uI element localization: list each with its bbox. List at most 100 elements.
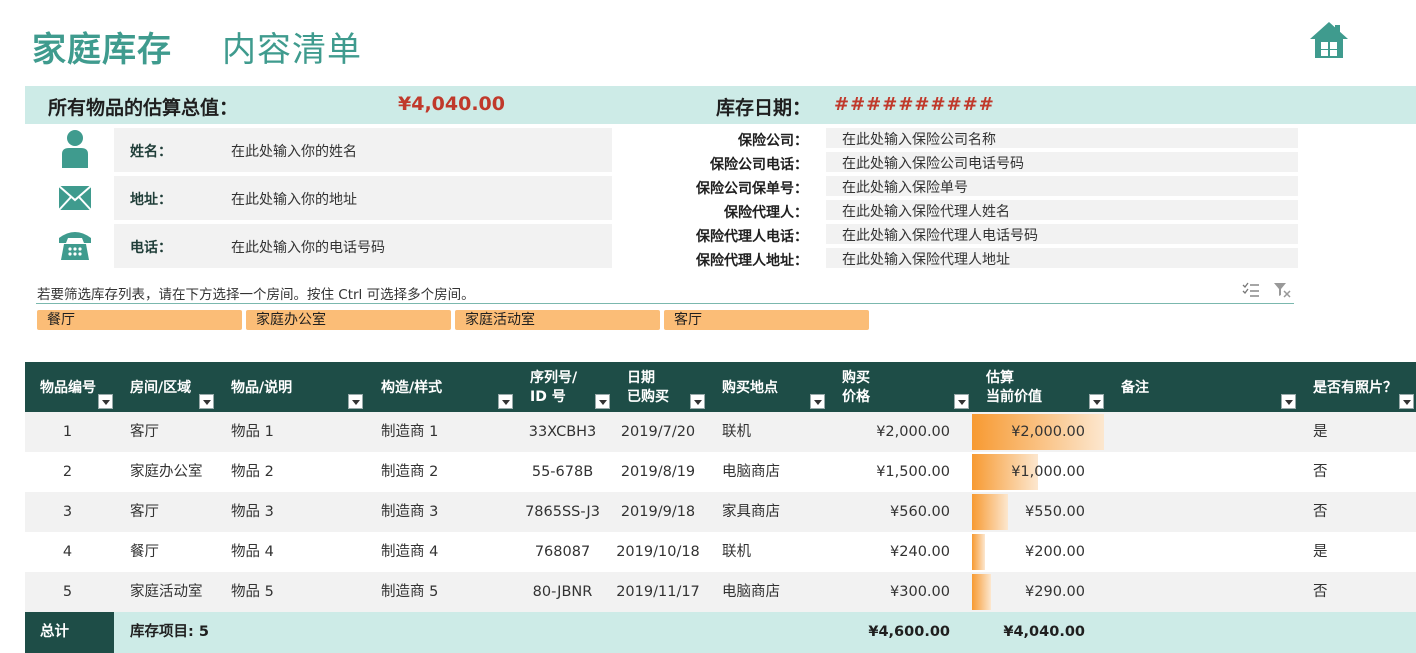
cell-photo[interactable]: 是 (1313, 532, 1403, 572)
agent-phone-value[interactable]: 在此处输入保险代理人电话号码 (842, 225, 1038, 245)
policy-number-label: 保险公司保单号： (696, 181, 808, 197)
multi-select-icon[interactable] (1242, 282, 1260, 298)
cell-date[interactable]: 2019/10/18 (612, 532, 704, 572)
room-chip-dining[interactable]: 餐厅 (37, 310, 242, 330)
cell-value[interactable]: ¥1,000.00 (935, 452, 1085, 492)
clear-filter-icon[interactable] (1273, 282, 1291, 298)
cell-item-number[interactable]: 2 (25, 452, 110, 492)
header-room: 房间/区域 (130, 380, 192, 396)
cell-date[interactable]: 2019/7/20 (612, 412, 704, 452)
phone-value[interactable]: 在此处输入你的电话号码 (231, 237, 385, 257)
value-total: ¥4,040.00 (1003, 624, 1085, 640)
room-chip-family-room[interactable]: 家庭活动室 (455, 310, 660, 330)
cell-serial[interactable]: 80-JBNR (515, 572, 610, 612)
inventory-count: 库存项目: 5 (130, 624, 209, 640)
agent-phone-label: 保险代理人电话： (696, 229, 808, 245)
total-value-label: 所有物品的估算总值： (48, 97, 239, 119)
filter-hint: 若要筛选库存列表，请在下方选择一个房间。按住 Ctrl 可选择多个房间。 (37, 287, 475, 303)
room-chip-home-office[interactable]: 家庭办公室 (246, 310, 451, 330)
address-value[interactable]: 在此处输入你的地址 (231, 189, 357, 209)
filter-dropdown-place[interactable] (810, 394, 825, 409)
room-chip-living-room[interactable]: 客厅 (664, 310, 869, 330)
cell-item-number[interactable]: 1 (25, 412, 110, 452)
name-field[interactable] (114, 128, 612, 172)
cell-photo[interactable]: 是 (1313, 412, 1403, 452)
name-label: 姓名： (130, 144, 172, 160)
cell-item[interactable]: 物品 3 (231, 492, 371, 532)
cell-room[interactable]: 家庭活动室 (130, 572, 225, 612)
filter-dropdown-room[interactable] (199, 394, 214, 409)
agent-name-value[interactable]: 在此处输入保险代理人姓名 (842, 201, 1010, 221)
header-date: 日期 已购买 (627, 370, 669, 405)
cell-item-number[interactable]: 3 (25, 492, 110, 532)
filter-dropdown-serial[interactable] (595, 394, 610, 409)
cell-room[interactable]: 餐厅 (130, 532, 225, 572)
cell-serial[interactable]: 7865SS-J3 (515, 492, 610, 532)
total-value[interactable]: ¥4,040.00 (398, 93, 505, 115)
filter-dropdown-price[interactable] (954, 394, 969, 409)
address-label: 地址： (130, 192, 172, 208)
filter-dropdown-item-number[interactable] (98, 394, 113, 409)
header-item-number: 物品编号 (40, 380, 96, 396)
cell-date[interactable]: 2019/8/19 (612, 452, 704, 492)
total-label-cell (25, 612, 114, 653)
insurance-company-value[interactable]: 在此处输入保险公司名称 (842, 129, 996, 149)
cell-make[interactable]: 制造商 2 (381, 452, 521, 492)
cell-item-number[interactable]: 5 (25, 572, 110, 612)
total-label: 总计 (40, 624, 69, 640)
cell-value[interactable]: ¥2,000.00 (935, 412, 1085, 452)
header-item: 物品/说明 (231, 380, 293, 396)
cell-value[interactable]: ¥200.00 (935, 532, 1085, 572)
cell-price[interactable]: ¥2,000.00 (800, 412, 950, 452)
agent-address-label: 保险代理人地址： (696, 253, 808, 269)
header-price: 购买 价格 (842, 370, 870, 405)
cell-serial[interactable]: 768087 (515, 532, 610, 572)
insurance-phone-value[interactable]: 在此处输入保险公司电话号码 (842, 153, 1024, 173)
filter-dropdown-make[interactable] (498, 394, 513, 409)
cell-price[interactable]: ¥300.00 (800, 572, 950, 612)
header-make: 构造/样式 (381, 380, 443, 396)
filter-dropdown-notes[interactable] (1281, 394, 1296, 409)
filter-dropdown-date[interactable] (690, 394, 705, 409)
header-photo: 是否有照片？ (1313, 380, 1397, 396)
cell-room[interactable]: 家庭办公室 (130, 452, 225, 492)
cell-room[interactable]: 客厅 (130, 492, 225, 532)
name-value[interactable]: 在此处输入你的姓名 (231, 141, 357, 161)
filter-dropdown-item[interactable] (348, 394, 363, 409)
inventory-date-value[interactable]: ########## (834, 94, 995, 115)
cell-make[interactable]: 制造商 1 (381, 412, 521, 452)
cell-date[interactable]: 2019/11/17 (612, 572, 704, 612)
cell-date[interactable]: 2019/9/18 (612, 492, 704, 532)
filter-dropdown-value[interactable] (1089, 394, 1104, 409)
cell-make[interactable]: 制造商 5 (381, 572, 521, 612)
filter-dropdown-photo[interactable] (1399, 394, 1414, 409)
cell-serial[interactable]: 55-678B (515, 452, 610, 492)
policy-number-value[interactable]: 在此处输入保险单号 (842, 177, 968, 197)
cell-item[interactable]: 物品 4 (231, 532, 371, 572)
insurance-phone-label: 保险公司电话： (710, 157, 808, 173)
inventory-date-label: 库存日期： (716, 97, 812, 119)
address-field[interactable] (114, 176, 612, 220)
cell-photo[interactable]: 否 (1313, 572, 1403, 612)
agent-address-value[interactable]: 在此处输入保险代理人地址 (842, 249, 1010, 269)
slicer-divider (36, 303, 1294, 304)
cell-photo[interactable]: 否 (1313, 452, 1403, 492)
cell-serial[interactable]: 33XCBH3 (515, 412, 610, 452)
header-serial: 序列号/ID 号 (530, 370, 578, 405)
cell-price[interactable]: ¥1,500.00 (800, 452, 950, 492)
cell-value[interactable]: ¥290.00 (935, 572, 1085, 612)
cell-item[interactable]: 物品 1 (231, 412, 371, 452)
page-title: 家庭库存 (32, 30, 172, 70)
cell-item[interactable]: 物品 2 (231, 452, 371, 492)
cell-value[interactable]: ¥550.00 (935, 492, 1085, 532)
home-icon[interactable] (1308, 20, 1350, 60)
cell-item-number[interactable]: 4 (25, 532, 110, 572)
cell-item[interactable]: 物品 5 (231, 572, 371, 612)
cell-make[interactable]: 制造商 4 (381, 532, 521, 572)
cell-room[interactable]: 客厅 (130, 412, 225, 452)
cell-make[interactable]: 制造商 3 (381, 492, 521, 532)
cell-photo[interactable]: 否 (1313, 492, 1403, 532)
cell-price[interactable]: ¥240.00 (800, 532, 950, 572)
insurance-company-label: 保险公司： (738, 133, 808, 149)
cell-price[interactable]: ¥560.00 (800, 492, 950, 532)
